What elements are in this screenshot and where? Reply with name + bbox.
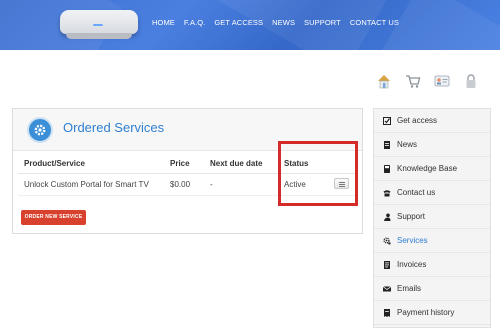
sidebar-item-support[interactable]: Support <box>374 205 490 229</box>
receipt-icon <box>383 308 391 317</box>
sidebar-item-news[interactable]: News <box>374 133 490 157</box>
invoice-icon <box>383 260 391 269</box>
nav-home[interactable]: HOME <box>152 18 175 27</box>
sidebar-item-emails[interactable]: Emails <box>374 277 490 301</box>
nav-faq[interactable]: F.A.Q. <box>184 18 205 27</box>
cell-due: - <box>210 173 284 196</box>
sidebar-item-contact-us[interactable]: Contact us <box>374 181 490 205</box>
nav-support[interactable]: SUPPORT <box>304 18 341 27</box>
sidebar-item-label: Get access <box>397 116 438 125</box>
sidebar-item-label: News <box>397 140 418 149</box>
column-product[interactable]: Product/Service <box>18 155 170 174</box>
account-icons <box>376 73 479 89</box>
sidebar-item-services[interactable]: Services <box>374 229 490 253</box>
home-icon[interactable] <box>376 73 392 89</box>
document-icon <box>383 140 391 149</box>
sidebar-item-knowledge-base[interactable]: Knowledge Base <box>374 157 490 181</box>
order-new-service-button[interactable]: ORDER NEW SERVICE <box>21 210 86 225</box>
gear-icon <box>383 236 391 245</box>
cart-icon[interactable] <box>405 73 421 89</box>
sidebar-item-label: Contact us <box>397 188 436 197</box>
page-title: Ordered Services <box>63 120 165 135</box>
nav-contact-us[interactable]: CONTACT US <box>350 18 399 27</box>
lock-icon[interactable] <box>463 73 479 89</box>
column-next-due-date[interactable]: Next due date <box>210 155 284 174</box>
book-icon <box>383 164 391 173</box>
envelope-icon <box>383 285 391 293</box>
contact-card-icon[interactable] <box>434 73 450 89</box>
checkbox-icon <box>383 116 391 125</box>
nav-get-access[interactable]: GET ACCESS <box>214 18 263 27</box>
status-highlight-box <box>278 141 358 206</box>
column-price[interactable]: Price <box>170 155 210 174</box>
site-header: HOME F.A.Q. GET ACCESS NEWS SUPPORT CONT… <box>0 0 500 50</box>
sidebar-item-payment-history[interactable]: Payment history <box>374 301 490 325</box>
gear-icon <box>27 117 53 143</box>
person-icon <box>383 213 391 221</box>
sidebar-item-label: Invoices <box>397 260 427 269</box>
sidebar: Get access News Knowledge Base Contact u… <box>373 108 491 328</box>
cell-product: Unlock Custom Portal for Smart TV <box>18 173 170 196</box>
sidebar-item-label: Support <box>397 212 426 221</box>
sidebar-item-get-access[interactable]: Get access <box>374 109 490 133</box>
sidebar-item-label: Payment history <box>397 308 455 317</box>
phone-icon <box>383 189 391 197</box>
nav-news[interactable]: NEWS <box>272 18 295 27</box>
site-logo-device[interactable] <box>60 10 138 42</box>
sidebar-item-label: Emails <box>397 284 422 293</box>
sidebar-item-invoices[interactable]: Invoices <box>374 253 490 277</box>
cell-price: $0.00 <box>170 173 210 196</box>
sidebar-item-label: Knowledge Base <box>397 164 458 173</box>
main-nav: HOME F.A.Q. GET ACCESS NEWS SUPPORT CONT… <box>152 18 399 27</box>
sidebar-item-label: Services <box>397 236 428 245</box>
